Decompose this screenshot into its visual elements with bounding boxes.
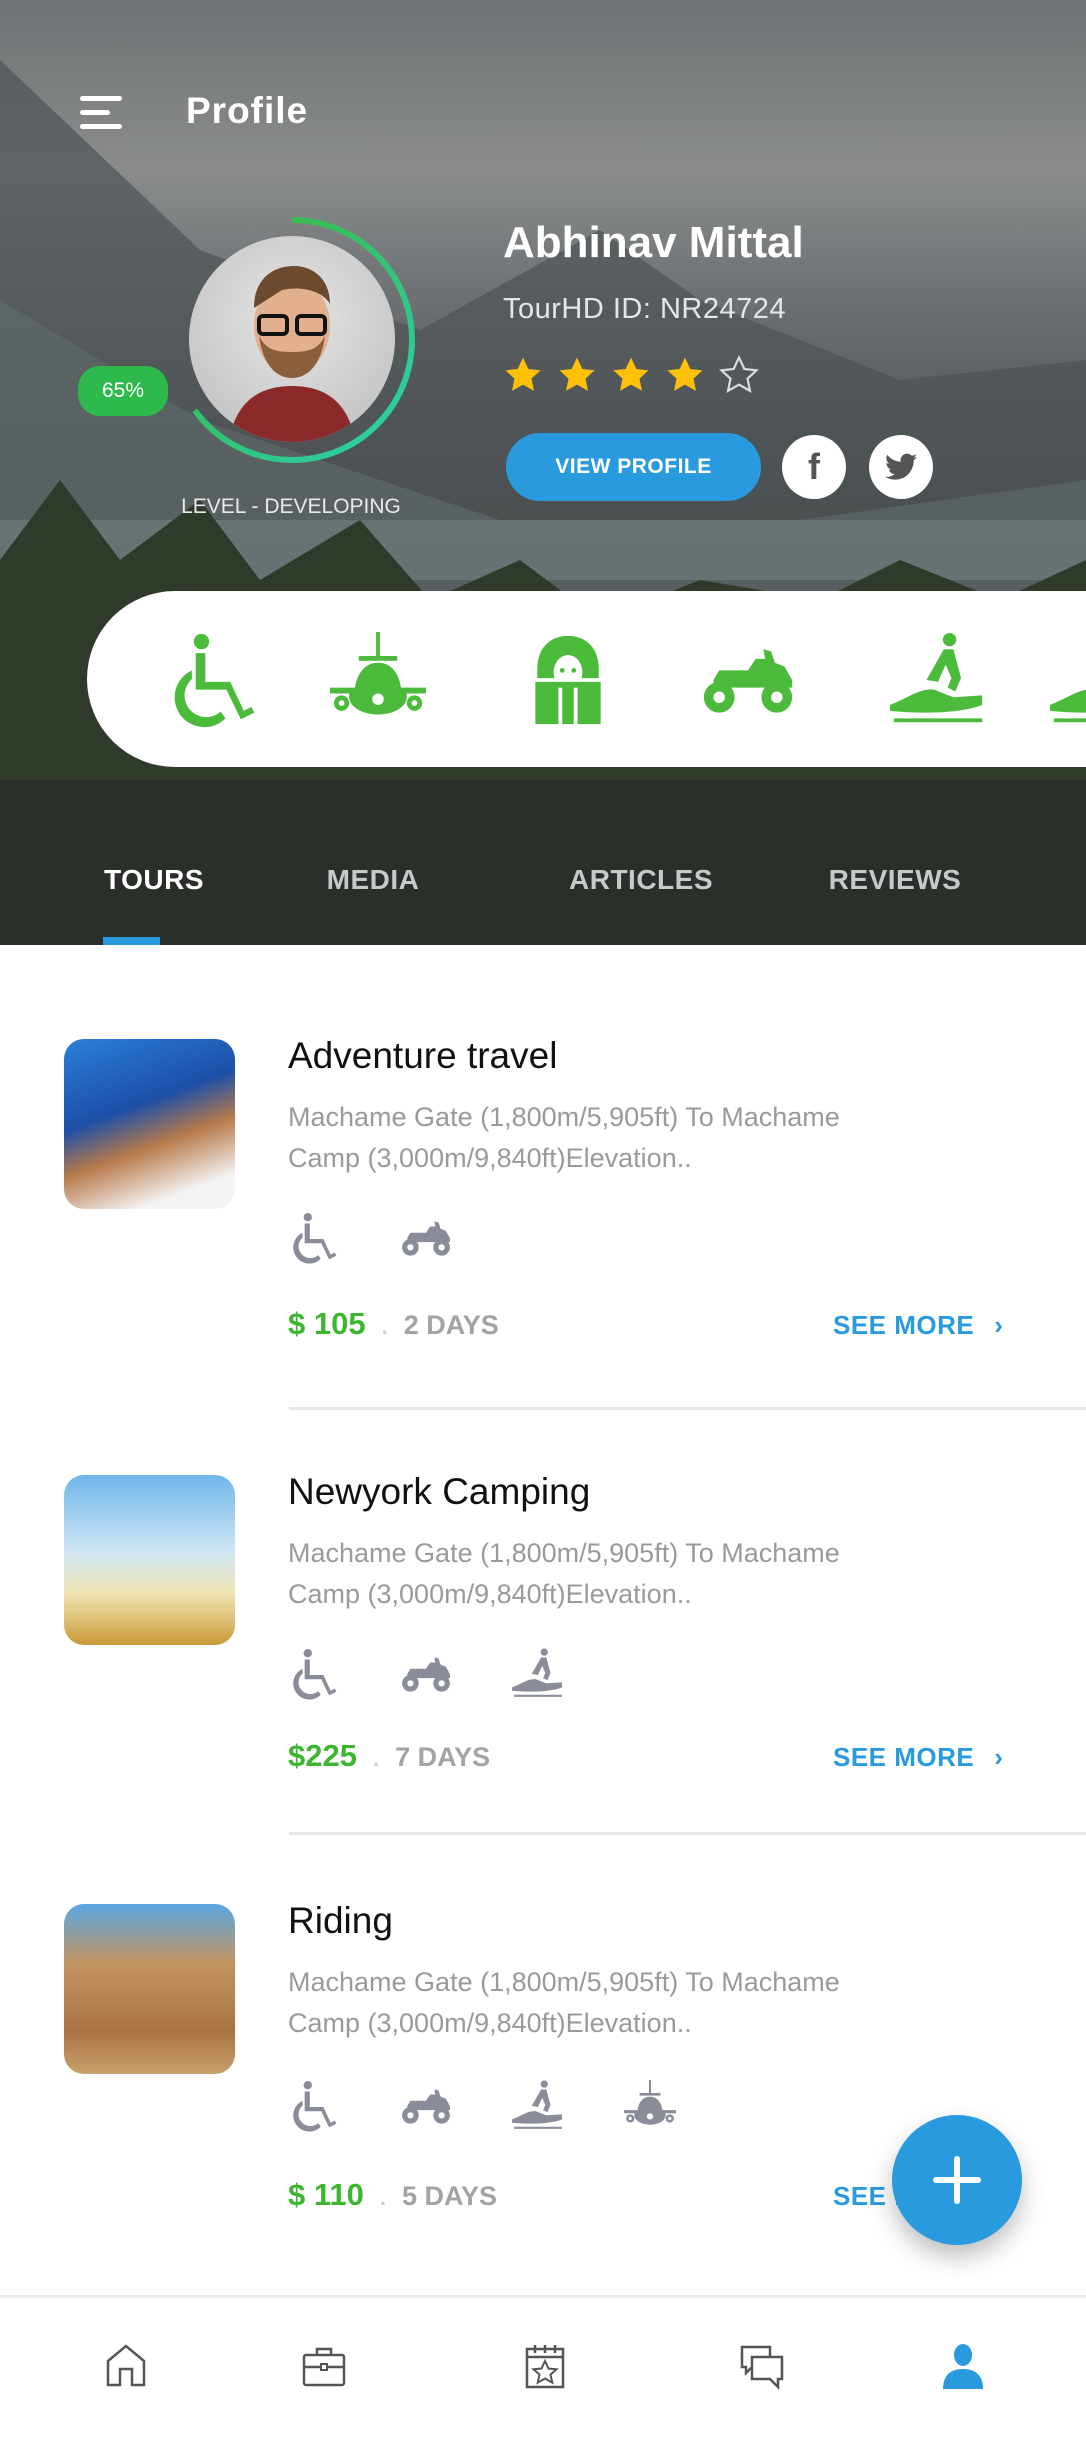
active-tab-indicator xyxy=(103,937,160,945)
jetski-icon xyxy=(512,1648,564,1700)
tab-tours[interactable]: TOURS xyxy=(104,864,204,896)
tour-duration: 2 DAYS xyxy=(403,1310,499,1340)
see-more-link[interactable]: SEE MORE › xyxy=(833,1742,1003,1773)
jetski-icon[interactable] xyxy=(1050,632,1086,728)
tab-media[interactable]: MEDIA xyxy=(327,864,420,896)
tour-description: Machame Gate (1,800m/5,905ft) To Machame… xyxy=(288,1097,1008,1179)
description-line: Machame Gate (1,800m/5,905ft) To Machame xyxy=(288,1538,840,1568)
price-value: $225 xyxy=(288,1738,357,1773)
see-more-label: SEE MORE xyxy=(833,1310,975,1340)
pharaoh-icon[interactable] xyxy=(520,632,616,728)
description-line: Camp (3,000m/9,840ft)Elevation.. xyxy=(288,1143,692,1173)
wheelchair-icon xyxy=(288,2080,340,2132)
calendar-star-icon xyxy=(525,2345,565,2389)
tour-price: $225. 7 DAYS xyxy=(288,1738,491,1773)
plus-icon xyxy=(933,2156,981,2204)
atv-icon xyxy=(400,1648,452,1700)
atv-icon xyxy=(400,2080,452,2132)
tab-articles[interactable]: ARTICLES xyxy=(569,864,713,896)
nav-calendar-star[interactable] xyxy=(513,2335,577,2399)
user-name: Abhinav Mittal xyxy=(503,218,804,267)
briefcase-icon xyxy=(302,2347,346,2387)
star-filled-icon xyxy=(611,355,651,395)
airplane-icon xyxy=(624,2080,676,2132)
user-icon xyxy=(943,2344,983,2389)
tour-description: Machame Gate (1,800m/5,905ft) To Machame… xyxy=(288,1962,1008,2044)
jetski-icon xyxy=(512,2080,564,2132)
star-filled-icon xyxy=(665,355,705,395)
tour-description: Machame Gate (1,800m/5,905ft) To Machame… xyxy=(288,1533,1008,1615)
nav-home[interactable] xyxy=(94,2335,158,2399)
home-icon xyxy=(106,2344,146,2387)
tour-duration: 5 DAYS xyxy=(402,2181,498,2211)
rating-stars xyxy=(503,355,759,395)
chevron-right-icon: › xyxy=(994,1310,1004,1340)
view-profile-button[interactable]: VIEW PROFILE xyxy=(506,433,761,501)
tourhd-id: TourHD ID: NR24724 xyxy=(503,293,786,325)
price-value: $ 110 xyxy=(288,2177,364,2212)
nav-chat[interactable] xyxy=(730,2335,794,2399)
tour-price: $ 105. 2 DAYS xyxy=(288,1306,499,1341)
atv-icon xyxy=(400,1212,452,1264)
wheelchair-icon xyxy=(288,1212,340,1264)
tour-title[interactable]: Riding xyxy=(288,1900,393,1942)
wheelchair-icon[interactable] xyxy=(165,632,261,728)
tour-thumbnail[interactable] xyxy=(64,1904,235,2074)
page-title: Profile xyxy=(186,90,309,131)
description-line: Machame Gate (1,800m/5,905ft) To Machame xyxy=(288,1967,840,1997)
divider xyxy=(289,1832,1086,1835)
tab-reviews[interactable]: REVIEWS xyxy=(829,864,962,896)
airplane-icon[interactable] xyxy=(330,632,426,728)
twitter-icon xyxy=(885,453,917,480)
see-more-link[interactable]: SEE MORE › xyxy=(833,1310,1003,1341)
wheelchair-icon xyxy=(288,1648,340,1700)
avatar[interactable] xyxy=(189,236,395,442)
jetski-icon[interactable] xyxy=(890,632,986,728)
add-button[interactable] xyxy=(892,2115,1022,2245)
nav-user[interactable] xyxy=(931,2335,995,2399)
facebook-button[interactable]: f xyxy=(782,435,846,499)
star-empty-icon xyxy=(719,355,759,395)
progress-badge: 65% xyxy=(78,366,168,416)
tour-thumbnail[interactable] xyxy=(64,1475,235,1645)
tour-duration: 7 DAYS xyxy=(395,1742,491,1772)
tour-title[interactable]: Newyork Camping xyxy=(288,1471,590,1513)
description-line: Camp (3,000m/9,840ft)Elevation.. xyxy=(288,1579,692,1609)
level-label: LEVEL - DEVELOPING xyxy=(181,495,401,518)
chevron-right-icon: › xyxy=(994,1742,1004,1772)
description-line: Machame Gate (1,800m/5,905ft) To Machame xyxy=(288,1102,840,1132)
see-more-label: SEE MORE xyxy=(833,1742,975,1772)
star-filled-icon xyxy=(503,355,543,395)
description-line: Camp (3,000m/9,840ft)Elevation.. xyxy=(288,2008,692,2038)
hamburger-menu-icon[interactable] xyxy=(80,96,122,138)
twitter-button[interactable] xyxy=(869,435,933,499)
star-filled-icon xyxy=(557,355,597,395)
nav-briefcase[interactable] xyxy=(292,2335,356,2399)
tour-title[interactable]: Adventure travel xyxy=(288,1035,557,1077)
facebook-icon: f xyxy=(808,446,820,487)
atv-icon[interactable] xyxy=(700,632,796,728)
tour-price: $ 110. 5 DAYS xyxy=(288,2177,498,2212)
chat-icon xyxy=(740,2345,784,2391)
divider xyxy=(289,1407,1086,1410)
price-value: $ 105 xyxy=(288,1306,366,1341)
tour-thumbnail[interactable] xyxy=(64,1039,235,1209)
